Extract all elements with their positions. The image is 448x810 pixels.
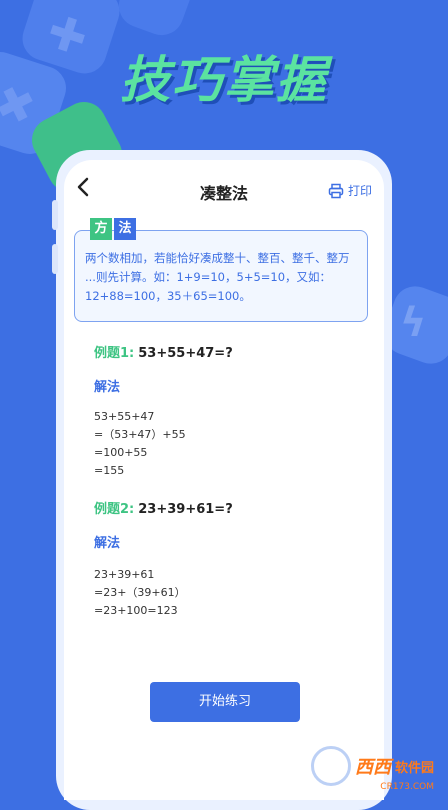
watermark-sub: 软件园	[394, 760, 434, 776]
top-bar: 凑整法 打印	[64, 174, 384, 208]
solution-label: 解法	[94, 380, 121, 395]
example-question: 53+55+47=?	[138, 346, 233, 361]
print-button[interactable]: 打印	[328, 182, 372, 199]
solution-step: =23+（39+61）	[94, 586, 186, 599]
solution-steps: 23+39+61 =23+（39+61） =23+100=123	[94, 566, 186, 620]
lightning-icon: ϟ	[400, 300, 427, 346]
solution-step: =155	[94, 464, 125, 477]
example-title: 例题2: 23+39+61=?	[94, 498, 233, 517]
start-practice-button[interactable]: 开始练习	[150, 682, 300, 722]
solution-steps: 53+55+47 =（53+47）+55 =100+55 =155	[94, 408, 186, 480]
printer-icon	[328, 183, 344, 198]
method-tag-char: 法	[114, 218, 136, 240]
solution-step: =100+55	[94, 446, 148, 459]
method-line: 12+88=100，35＋65=100。	[85, 289, 251, 303]
method-description: 两个数相加，若能恰好凑成整十、整百、整千、整万 ...则先计算。如：1+9=10…	[85, 249, 361, 306]
watermark-url: CR173.COM	[380, 782, 434, 792]
watermark-logo-icon	[310, 746, 351, 786]
solution-step: 53+55+47	[94, 410, 155, 423]
example-question: 23+39+61=?	[138, 502, 233, 517]
method-line: 两个数相加，若能恰好凑成整十、整百、整千、整万	[85, 251, 350, 265]
example-label: 例题2:	[94, 502, 135, 517]
method-box: 两个数相加，若能恰好凑成整十、整百、整千、整万 ...则先计算。如：1+9=10…	[74, 230, 368, 322]
background-tile	[112, 0, 198, 42]
print-label: 打印	[347, 184, 372, 198]
watermark: 西西 软件园	[310, 746, 434, 786]
solution-step: 23+39+61	[94, 568, 155, 581]
phone-side-button	[52, 200, 58, 230]
phone-side-button	[52, 244, 58, 274]
watermark-brand: 西西	[354, 757, 391, 778]
method-line: ...则先计算。如：1+9=10，5+5=10，又如：	[85, 270, 332, 284]
solution-label: 解法	[94, 536, 121, 551]
example-label: 例题1:	[94, 346, 135, 361]
solution-step: =23+100=123	[94, 604, 178, 617]
solution-step: =（53+47）+55	[94, 428, 186, 441]
example-title: 例题1: 53+55+47=?	[94, 342, 233, 361]
method-tag-char: 方	[90, 218, 112, 240]
promo-headline: 技巧掌握	[120, 51, 328, 109]
method-tag: 方 法	[90, 218, 136, 240]
app-screen: 凑整法 打印 两个数相加，若能恰好凑成整十、整百、整千、整万 ...则先计算。如…	[64, 160, 384, 800]
